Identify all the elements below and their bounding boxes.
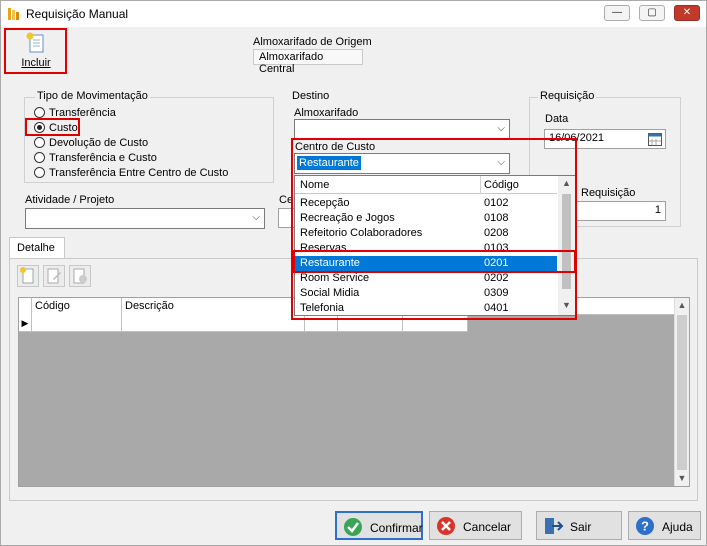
highlight-custo (25, 118, 80, 136)
cell-codigo[interactable] (32, 315, 122, 332)
itens-grid[interactable]: Código Descrição ▶ ▲ ▼ (18, 297, 690, 487)
sair-button[interactable]: Sair (536, 511, 622, 540)
atividade-label: Atividade / Projeto (25, 194, 115, 206)
svg-text:?: ? (641, 519, 649, 534)
chevron-down-icon: ⌵ (497, 123, 505, 134)
radio-transferencia-custo[interactable]: Transferência e Custo (34, 152, 157, 166)
window-title: Requisição Manual (26, 7, 129, 21)
check-icon (344, 518, 362, 536)
cell-descricao[interactable] (122, 315, 305, 332)
radio-icon (34, 137, 45, 148)
data-label: Data (545, 113, 569, 125)
calendar-icon[interactable] (648, 132, 662, 146)
grid-col-descricao[interactable]: Descrição (122, 298, 305, 315)
cancelar-button[interactable]: Cancelar (429, 511, 522, 540)
grid-col-codigo[interactable]: Código (32, 298, 122, 315)
tab-detalhe[interactable]: Detalhe (9, 237, 65, 258)
title-bar: Requisição Manual — ▢ ✕ (1, 1, 706, 27)
atividade-combo[interactable]: ⌵ (25, 208, 265, 229)
radio-devolucao-custo[interactable]: Devolução de Custo (34, 137, 148, 151)
cancel-icon (437, 517, 455, 535)
edit-item-icon[interactable] (43, 265, 65, 287)
highlight-centro-custo (291, 138, 577, 320)
app-icon (8, 8, 19, 20)
destino-title: Destino (292, 90, 330, 102)
scroll-down-icon[interactable]: ▼ (675, 471, 689, 486)
radio-icon (34, 107, 45, 118)
radio-icon (34, 167, 45, 178)
toolbar: Incluir Almoxarifado de Origem Almoxarif… (1, 27, 706, 77)
help-icon: ? (636, 517, 654, 535)
highlight-restaurante (293, 250, 576, 273)
almoxarifado-combo[interactable]: ⌵ (294, 119, 510, 140)
exit-icon (545, 518, 564, 534)
ajuda-button[interactable]: ? Ajuda (628, 511, 701, 540)
delete-item-icon[interactable] (69, 265, 91, 287)
scroll-up-icon[interactable]: ▲ (675, 298, 689, 313)
movimentacao-title: Tipo de Movimentação (35, 90, 150, 102)
confirmar-button[interactable]: Confirmar (335, 511, 423, 540)
minimize-button[interactable]: — (604, 5, 630, 21)
grid-scrollbar[interactable]: ▲ ▼ (674, 298, 689, 486)
requisicao-title: Requisição (538, 90, 597, 102)
add-item-icon[interactable] (17, 265, 39, 287)
maximize-button[interactable]: ▢ (639, 5, 665, 21)
close-button[interactable]: ✕ (674, 5, 700, 21)
origem-value: Almoxarifado Central (253, 49, 363, 75)
almoxarifado-label: Almoxarifado (294, 107, 359, 119)
chevron-down-icon: ⌵ (252, 212, 260, 223)
radio-icon (34, 152, 45, 163)
highlight-incluir (4, 28, 67, 74)
numero-requisicao-field[interactable]: 1 (576, 201, 666, 221)
row-selector-header (19, 298, 32, 315)
scroll-thumb[interactable] (677, 315, 687, 470)
row-pointer-icon: ▶ (19, 315, 32, 332)
numero-requisicao-label: Requisição (581, 187, 636, 199)
requisicao-window: Requisição Manual — ▢ ✕ Incluir Almoxari… (0, 0, 707, 546)
origem-label: Almoxarifado de Origem (253, 36, 372, 48)
radio-transferencia-centro[interactable]: Transferência Entre Centro de Custo (34, 167, 228, 181)
